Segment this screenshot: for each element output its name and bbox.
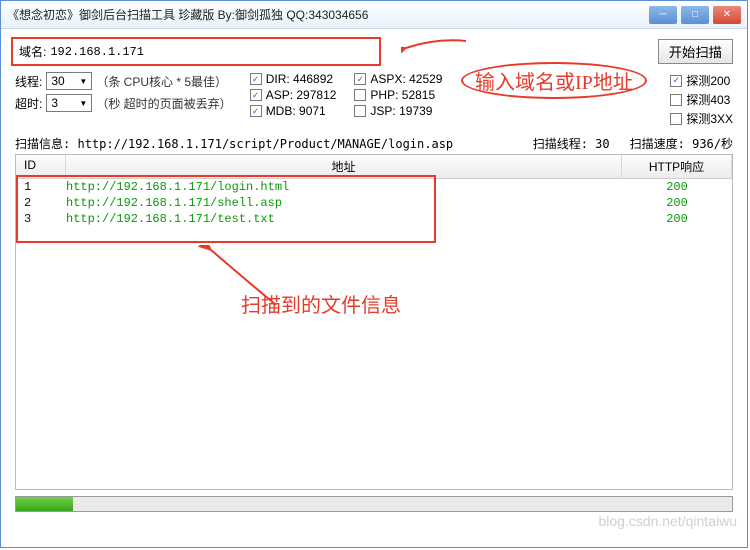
cell-resp: 200 <box>622 212 732 226</box>
checkbox[interactable]: ✓ <box>250 105 262 117</box>
table-body: 1http://192.168.1.171/login.html2002http… <box>16 179 732 227</box>
scan-speed-value: 936/秒 <box>692 137 733 151</box>
table-row[interactable]: 1http://192.168.1.171/login.html200 <box>16 179 732 195</box>
domain-group: 域名: <box>11 37 381 66</box>
th-id[interactable]: ID <box>16 155 66 178</box>
domain-label: 域名: <box>19 43 46 60</box>
chevron-down-icon: ▼ <box>79 99 87 108</box>
checkbox[interactable]: ✓ <box>354 73 366 85</box>
checkbox-label: DIR: 446892 <box>266 72 333 86</box>
checkbox-item: JSP: 19739 <box>354 104 442 118</box>
checkbox-item: ✓ MDB: 9071 <box>250 104 337 118</box>
cell-url: http://192.168.1.171/login.html <box>66 180 622 194</box>
progress-fill <box>16 497 73 511</box>
close-button[interactable]: ✕ <box>713 6 741 24</box>
cell-id: 1 <box>16 180 66 194</box>
chevron-down-icon: ▼ <box>79 77 87 86</box>
checkbox-item: ✓ ASP: 297812 <box>250 88 337 102</box>
checks-column-3: ✓ 探测200 探测403 探测3XX <box>670 72 733 127</box>
checkbox-label: 探测403 <box>686 91 730 108</box>
threads-label: 线程: <box>15 73 42 90</box>
cell-id: 3 <box>16 212 66 226</box>
checkbox[interactable]: ✓ <box>250 73 262 85</box>
app-window: 《想念初恋》御剑后台扫描工具 珍藏版 By:御剑孤独 QQ:343034656 … <box>0 0 748 548</box>
checkbox[interactable] <box>354 105 366 117</box>
annotation-results: 扫描到的文件信息 <box>241 295 401 317</box>
cell-url: http://192.168.1.171/test.txt <box>66 212 622 226</box>
checkbox[interactable] <box>670 94 682 106</box>
timeout-label: 超时: <box>15 95 42 112</box>
checkbox-item: ✓ ASPX: 42529 <box>354 72 442 86</box>
checkbox[interactable] <box>354 89 366 101</box>
checkbox-item: 探测403 <box>670 91 733 108</box>
options-row: 线程: 30▼ （条 CPU核心 * 5最佳） 超时: 3▼ （秒 超时的页面被… <box>15 72 733 127</box>
status-line: 扫描信息: http://192.168.1.171/script/Produc… <box>15 135 733 152</box>
threads-hint: （条 CPU核心 * 5最佳） <box>96 73 227 90</box>
checkbox-item: PHP: 52815 <box>354 88 442 102</box>
checkbox-label: MDB: 9071 <box>266 104 326 118</box>
cell-resp: 200 <box>622 180 732 194</box>
minimize-button[interactable]: ─ <box>649 6 677 24</box>
checkbox-label: 探测200 <box>686 72 730 89</box>
threads-select[interactable]: 30▼ <box>46 72 92 90</box>
timeout-select[interactable]: 3▼ <box>46 94 92 112</box>
progress-bar <box>15 496 733 512</box>
timeout-hint: （秒 超时的页面被丢弃） <box>96 95 231 112</box>
annotation-results-wrap: 扫描到的文件信息 <box>241 289 401 318</box>
checkbox-label: ASPX: 42529 <box>370 72 442 86</box>
checkbox-label: ASP: 297812 <box>266 88 337 102</box>
checks-column-2: ✓ ASPX: 42529 PHP: 52815 JSP: 19739 <box>354 72 442 118</box>
cell-resp: 200 <box>622 196 732 210</box>
checkbox-label: 探测3XX <box>686 110 733 127</box>
scan-info-label: 扫描信息: <box>15 137 70 151</box>
results-table: ID 地址 HTTP响应 1http://192.168.1.171/login… <box>15 154 733 490</box>
domain-input[interactable] <box>50 45 373 59</box>
window-title: 《想念初恋》御剑后台扫描工具 珍藏版 By:御剑孤独 QQ:343034656 <box>7 6 649 23</box>
maximize-button[interactable]: □ <box>681 6 709 24</box>
checkbox[interactable]: ✓ <box>250 89 262 101</box>
scan-button[interactable]: 开始扫描 <box>658 39 733 64</box>
titlebar: 《想念初恋》御剑后台扫描工具 珍藏版 By:御剑孤独 QQ:343034656 … <box>1 1 747 29</box>
checkbox-label: PHP: 52815 <box>370 88 435 102</box>
checkbox-label: JSP: 19739 <box>370 104 432 118</box>
checks-column-1: ✓ DIR: 446892 ✓ ASP: 297812 ✓ MDB: 9071 <box>250 72 337 118</box>
table-row[interactable]: 2http://192.168.1.171/shell.asp200 <box>16 195 732 211</box>
watermark: blog.csdn.net/qintaiwu <box>598 513 737 529</box>
content-area: 域名: 输入域名或IP地址 开始扫描 线程: 30▼ （条 CPU核心 * 5最… <box>1 29 747 520</box>
scan-speed-label: 扫描速度: <box>630 137 685 151</box>
cell-id: 2 <box>16 196 66 210</box>
table-header: ID 地址 HTTP响应 <box>16 155 732 179</box>
window-controls: ─ □ ✕ <box>649 6 741 24</box>
arrow-annotation-1 <box>401 33 471 63</box>
checkbox-item: 探测3XX <box>670 110 733 127</box>
cell-url: http://192.168.1.171/shell.asp <box>66 196 622 210</box>
checkbox[interactable] <box>670 113 682 125</box>
th-url[interactable]: 地址 <box>66 155 622 178</box>
th-resp[interactable]: HTTP响应 <box>622 155 732 178</box>
checkbox-item: ✓ 探测200 <box>670 72 733 89</box>
scan-info-value: http://192.168.1.171/script/Product/MANA… <box>77 137 453 151</box>
checkbox[interactable]: ✓ <box>670 75 682 87</box>
checkbox-item: ✓ DIR: 446892 <box>250 72 337 86</box>
table-row[interactable]: 3http://192.168.1.171/test.txt200 <box>16 211 732 227</box>
scan-threads-label: 扫描线程: <box>533 137 588 151</box>
scan-threads-value: 30 <box>595 137 609 151</box>
